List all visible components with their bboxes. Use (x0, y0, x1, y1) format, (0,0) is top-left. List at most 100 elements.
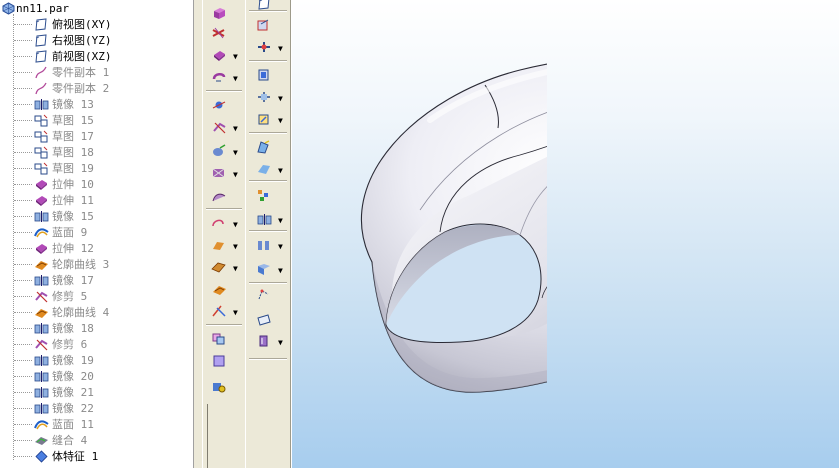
chamfer-button[interactable] (252, 160, 276, 180)
chevron-down-icon[interactable]: ▼ (233, 52, 238, 61)
arc-button[interactable] (207, 236, 231, 256)
thicken-button[interactable] (252, 332, 276, 352)
tree-item[interactable]: 修剪 5 (14, 288, 87, 304)
tree-item-label: 草图 15 (52, 114, 94, 127)
move-button[interactable] (252, 88, 276, 108)
model-viewport[interactable] (292, 0, 839, 468)
sweep-button[interactable] (207, 142, 231, 162)
bluesurf-icon (33, 417, 49, 431)
tree-item-label: 草图 18 (52, 146, 94, 159)
chevron-down-icon[interactable]: ▼ (233, 242, 238, 251)
split-button[interactable] (207, 302, 231, 322)
tree-item[interactable]: 镜像 19 (14, 352, 94, 368)
chevron-down-icon[interactable]: ▼ (278, 44, 283, 53)
extrude-button[interactable] (207, 46, 231, 66)
lock-button[interactable] (207, 378, 231, 398)
chevron-down-icon[interactable]: ▼ (233, 148, 238, 157)
sketch-icon (33, 113, 49, 127)
tree-item[interactable]: 蓝面 9 (14, 224, 87, 240)
swept-button[interactable] (207, 280, 231, 300)
tree-item[interactable]: 草图 15 (14, 112, 94, 128)
tree-item[interactable]: 镜像 17 (14, 272, 94, 288)
stitch-icon (33, 433, 49, 447)
tree-item[interactable]: 拉伸 10 (14, 176, 94, 192)
chevron-down-icon[interactable]: ▼ (278, 338, 283, 347)
blend-button[interactable] (207, 164, 231, 184)
rib-button[interactable] (252, 236, 276, 256)
chevron-down-icon[interactable]: ▼ (278, 266, 283, 275)
chevron-down-icon[interactable]: ▼ (233, 124, 238, 133)
chevron-down-icon[interactable]: ▼ (278, 116, 283, 125)
tree-connector (14, 439, 32, 441)
tree-connector (14, 375, 32, 377)
tree-item[interactable]: 拉伸 12 (14, 240, 94, 256)
chevron-down-icon[interactable]: ▼ (278, 242, 283, 251)
chevron-down-icon[interactable]: ▼ (278, 216, 283, 225)
pane-splitter[interactable] (193, 0, 203, 468)
tree-item[interactable]: 镜像 21 (14, 384, 94, 400)
tree-item[interactable]: 右视图(YZ) (14, 32, 112, 48)
keypoint-button[interactable] (252, 286, 276, 306)
toolbar-separator (249, 282, 287, 284)
tree-item[interactable]: 轮廓曲线 3 (14, 256, 109, 272)
feature-toolbar-gap (203, 404, 246, 468)
chevron-down-icon[interactable]: ▼ (233, 74, 238, 83)
rectangle-button[interactable] (252, 310, 276, 330)
trim-button[interactable] (207, 118, 231, 138)
tree-item-label: 缝合 4 (52, 434, 88, 447)
chevron-down-icon[interactable]: ▼ (233, 220, 238, 229)
surface-button[interactable] (207, 258, 231, 278)
chevron-down-icon[interactable]: ▼ (278, 94, 283, 103)
pattern-button[interactable] (252, 186, 276, 206)
intersect-button[interactable] (207, 24, 231, 44)
mirror-button[interactable] (252, 210, 276, 230)
normal-button[interactable] (252, 16, 276, 36)
body-feature-icon (33, 449, 49, 463)
tree-item[interactable]: 体特征 1 (14, 448, 98, 464)
keypoint-icon (256, 287, 272, 306)
tree-item[interactable]: 前视图(XZ) (14, 48, 112, 64)
chevron-down-icon[interactable]: ▼ (233, 308, 238, 317)
loft-button[interactable] (207, 188, 231, 208)
axis-button[interactable] (252, 38, 276, 58)
tree-item[interactable]: 俯视图(XY) (14, 16, 112, 32)
offset-button[interactable] (252, 66, 276, 86)
mirror-icon (33, 321, 49, 335)
sketch-icon (33, 129, 49, 143)
tree-item[interactable]: 镜像 22 (14, 400, 94, 416)
cube-button[interactable] (207, 352, 231, 372)
tree-item-label: 镜像 17 (52, 274, 94, 287)
curve-button[interactable] (207, 214, 231, 234)
tree-item[interactable]: 草图 17 (14, 128, 94, 144)
mirror-icon (33, 401, 49, 415)
tree-root[interactable]: nn11.par (0, 0, 69, 16)
tree-item[interactable]: 蓝面 11 (14, 416, 94, 432)
copy-button[interactable] (207, 330, 231, 350)
tree-item[interactable]: 镜像 18 (14, 320, 94, 336)
tree-item[interactable]: 镜像 20 (14, 368, 94, 384)
fillet-button[interactable] (252, 138, 276, 158)
tree-connector (14, 87, 32, 89)
toolbar-separator (206, 90, 242, 92)
tree-item[interactable]: 拉伸 11 (14, 192, 94, 208)
part-copy-icon (33, 65, 49, 79)
revolve-button[interactable] (207, 68, 231, 88)
sphere-button[interactable] (207, 96, 231, 116)
tree-item[interactable]: 零件副本 1 (14, 64, 109, 80)
tree-item[interactable]: 修剪 6 (14, 336, 87, 352)
tree-item[interactable]: 草图 18 (14, 144, 94, 160)
tree-item[interactable]: 轮廓曲线 4 (14, 304, 109, 320)
tree-item[interactable]: 镜像 13 (14, 96, 94, 112)
tree-item-label: 前视图(XZ) (52, 50, 112, 63)
chevron-down-icon[interactable]: ▼ (233, 264, 238, 273)
tree-item[interactable]: 零件副本 2 (14, 80, 109, 96)
chevron-down-icon[interactable]: ▼ (233, 170, 238, 179)
rotate-button[interactable] (252, 110, 276, 130)
tree-item[interactable]: 缝合 4 (14, 432, 87, 448)
tree-item[interactable]: 草图 19 (14, 160, 94, 176)
part-copy-icon (33, 81, 49, 95)
chevron-down-icon[interactable]: ▼ (278, 166, 283, 175)
box-button[interactable] (207, 4, 231, 24)
tree-item[interactable]: 镜像 15 (14, 208, 94, 224)
thin-wall-button[interactable] (252, 260, 276, 280)
